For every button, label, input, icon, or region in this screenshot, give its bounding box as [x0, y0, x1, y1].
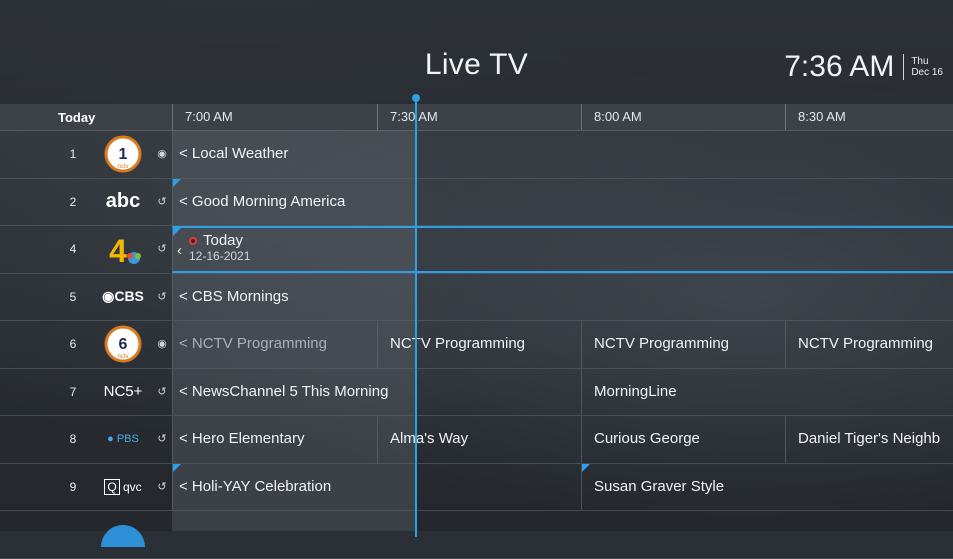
- program-cell[interactable]: Alma's Way: [377, 416, 581, 463]
- logo-text: Q qvc: [104, 478, 142, 495]
- channel-number: 5: [69, 289, 77, 304]
- clock-date: Thu Dec 16: [911, 56, 943, 78]
- program-title: < CBS Mornings: [179, 287, 289, 305]
- nctv-1-logo-icon[interactable]: 1 nctv: [98, 135, 148, 173]
- time-slot: 7:00 AM: [172, 104, 377, 130]
- program-title: NCTV Programming: [594, 335, 730, 352]
- cbs-logo-icon[interactable]: ◉CBS: [98, 278, 148, 316]
- program-date: 12-16-2021: [189, 249, 251, 263]
- logo-text: NC5+: [103, 383, 143, 400]
- channel-row: 7 NC5+ ↺ < NewsChannel 5 This Morning Mo…: [0, 368, 953, 416]
- channel-logo-icon[interactable]: [98, 517, 148, 555]
- replay-icon[interactable]: ↺: [156, 433, 168, 445]
- channel-number: 9: [69, 479, 77, 494]
- program-cell[interactable]: < NewsChannel 5 This Morning: [172, 368, 581, 415]
- channel-number: 6: [69, 337, 77, 351]
- program-cell[interactable]: < NCTV Programming: [172, 321, 377, 368]
- replay-icon[interactable]: ↺: [156, 243, 168, 255]
- program-cell[interactable]: Curious George: [581, 416, 785, 463]
- svg-text:4: 4: [109, 233, 127, 268]
- program-cell[interactable]: Susan Graver Style: [581, 463, 953, 510]
- pbs-logo-icon[interactable]: ● PBS: [98, 420, 148, 458]
- program-cell[interactable]: NCTV Programming: [785, 321, 953, 368]
- new-episode-marker: [173, 178, 181, 187]
- program-title: Susan Graver Style: [594, 477, 725, 495]
- channel-row: 8 ● PBS ↺ < Hero Elementary Alma's Way C…: [0, 416, 953, 464]
- program-cell[interactable]: NCTV Programming: [377, 321, 581, 368]
- channel-row-partial: [0, 511, 953, 559]
- program-cell[interactable]: Daniel Tiger's Neighb: [785, 416, 953, 463]
- current-time-line: [415, 97, 417, 537]
- program-cell-selected[interactable]: ‹ Today 12-16-2021: [172, 226, 953, 273]
- logo-text: ◉CBS: [102, 288, 144, 304]
- new-episode-marker: [173, 463, 181, 472]
- time-slot: 8:30 AM: [785, 104, 953, 130]
- channel-row: 2 abc ↺ < Good Morning America: [0, 178, 953, 226]
- time-slot: 7:30 AM: [377, 104, 581, 130]
- svg-text:nctv: nctv: [117, 354, 128, 360]
- channel-row: 9 Q qvc ↺ < Holi-YAY Celebration Susan G…: [0, 463, 953, 511]
- clock: 7:36 AM Thu Dec 16: [784, 50, 943, 84]
- channel-row: 1 1 nctv ◉ < Local Weather: [0, 131, 953, 179]
- program-title: Alma's Way: [390, 430, 469, 447]
- program-title: < Holi-YAY Celebration: [179, 477, 332, 495]
- program-title: < Local Weather: [179, 145, 289, 162]
- program-cell[interactable]: < Local Weather: [172, 131, 953, 178]
- clock-time: 7:36 AM: [784, 50, 895, 83]
- abc-logo-icon[interactable]: abc: [98, 183, 148, 221]
- channel-number: 1: [69, 147, 77, 161]
- nc5-plus-logo-icon[interactable]: NC5+: [98, 373, 148, 411]
- channel-number: 7: [69, 384, 77, 399]
- program-cell[interactable]: < CBS Mornings: [172, 273, 953, 320]
- guide-grid: 1 1 nctv ◉ < Local Weather 2 abc ↺ < Good…: [0, 131, 953, 559]
- channel-row: 5 ◉CBS ↺ < CBS Mornings: [0, 273, 953, 321]
- channel-number: 4: [69, 242, 77, 256]
- qvc-logo-icon[interactable]: Q qvc: [98, 468, 148, 506]
- program-title-line: Today: [189, 232, 243, 250]
- program-cell[interactable]: < Holi-YAY Celebration: [172, 463, 581, 510]
- program-title: Today: [203, 232, 244, 249]
- new-episode-marker: [582, 463, 590, 472]
- svg-text:nctv: nctv: [117, 164, 128, 170]
- clock-month-day: Dec 16: [911, 67, 943, 78]
- program-cell[interactable]: MorningLine: [581, 368, 953, 415]
- time-bar: Today 7:00 AM 7:30 AM 8:00 AM 8:30 AM: [0, 104, 953, 131]
- record-dot-icon[interactable]: ◉: [156, 338, 168, 350]
- program-cell[interactable]: NCTV Programming: [581, 321, 785, 368]
- channel-number: 2: [69, 194, 77, 209]
- program-title: MorningLine: [594, 382, 677, 400]
- channel-row: 6 6 nctv ◉ < NCTV Programming NCTV Progra…: [0, 321, 953, 369]
- channel-number: 8: [69, 432, 77, 446]
- svg-text:1: 1: [119, 146, 128, 163]
- nbc-4-logo-icon[interactable]: 4: [98, 230, 148, 268]
- channel-row: 4 4 ↺ ‹ Today 12-16-2021: [0, 226, 953, 274]
- replay-icon[interactable]: ↺: [156, 291, 168, 303]
- replay-icon[interactable]: ↺: [156, 386, 168, 398]
- program-cell[interactable]: < Hero Elementary: [172, 416, 377, 463]
- clock-day: Thu: [911, 56, 929, 67]
- replay-icon[interactable]: ↺: [156, 481, 168, 493]
- nctv-6-logo-icon[interactable]: 6 nctv: [98, 325, 148, 363]
- svg-text:6: 6: [119, 336, 128, 353]
- program-title: < NCTV Programming: [179, 335, 327, 352]
- program-title: < NewsChannel 5 This Morning: [179, 382, 389, 400]
- program-title: Curious George: [594, 430, 700, 447]
- time-slot: 8:00 AM: [581, 104, 785, 130]
- program-title: < Good Morning America: [179, 192, 346, 210]
- program-title: NCTV Programming: [798, 335, 934, 352]
- recording-icon: [189, 237, 197, 246]
- current-time-marker: [412, 94, 420, 102]
- logo-text: abc: [105, 190, 141, 212]
- chevron-left-icon: ‹: [177, 242, 182, 259]
- program-title: NCTV Programming: [390, 335, 526, 352]
- program-title: Daniel Tiger's Neighb: [798, 430, 941, 447]
- header-bar: Live TV 7:36 AM Thu Dec 16: [0, 0, 953, 104]
- program-cell[interactable]: < Good Morning America: [172, 178, 953, 225]
- record-dot-icon[interactable]: ◉: [156, 148, 168, 160]
- program-title: < Hero Elementary: [179, 430, 305, 447]
- replay-icon[interactable]: ↺: [156, 196, 168, 208]
- clock-divider: [903, 54, 905, 80]
- today-label: Today: [58, 110, 96, 125]
- logo-text: ● PBS: [107, 433, 139, 445]
